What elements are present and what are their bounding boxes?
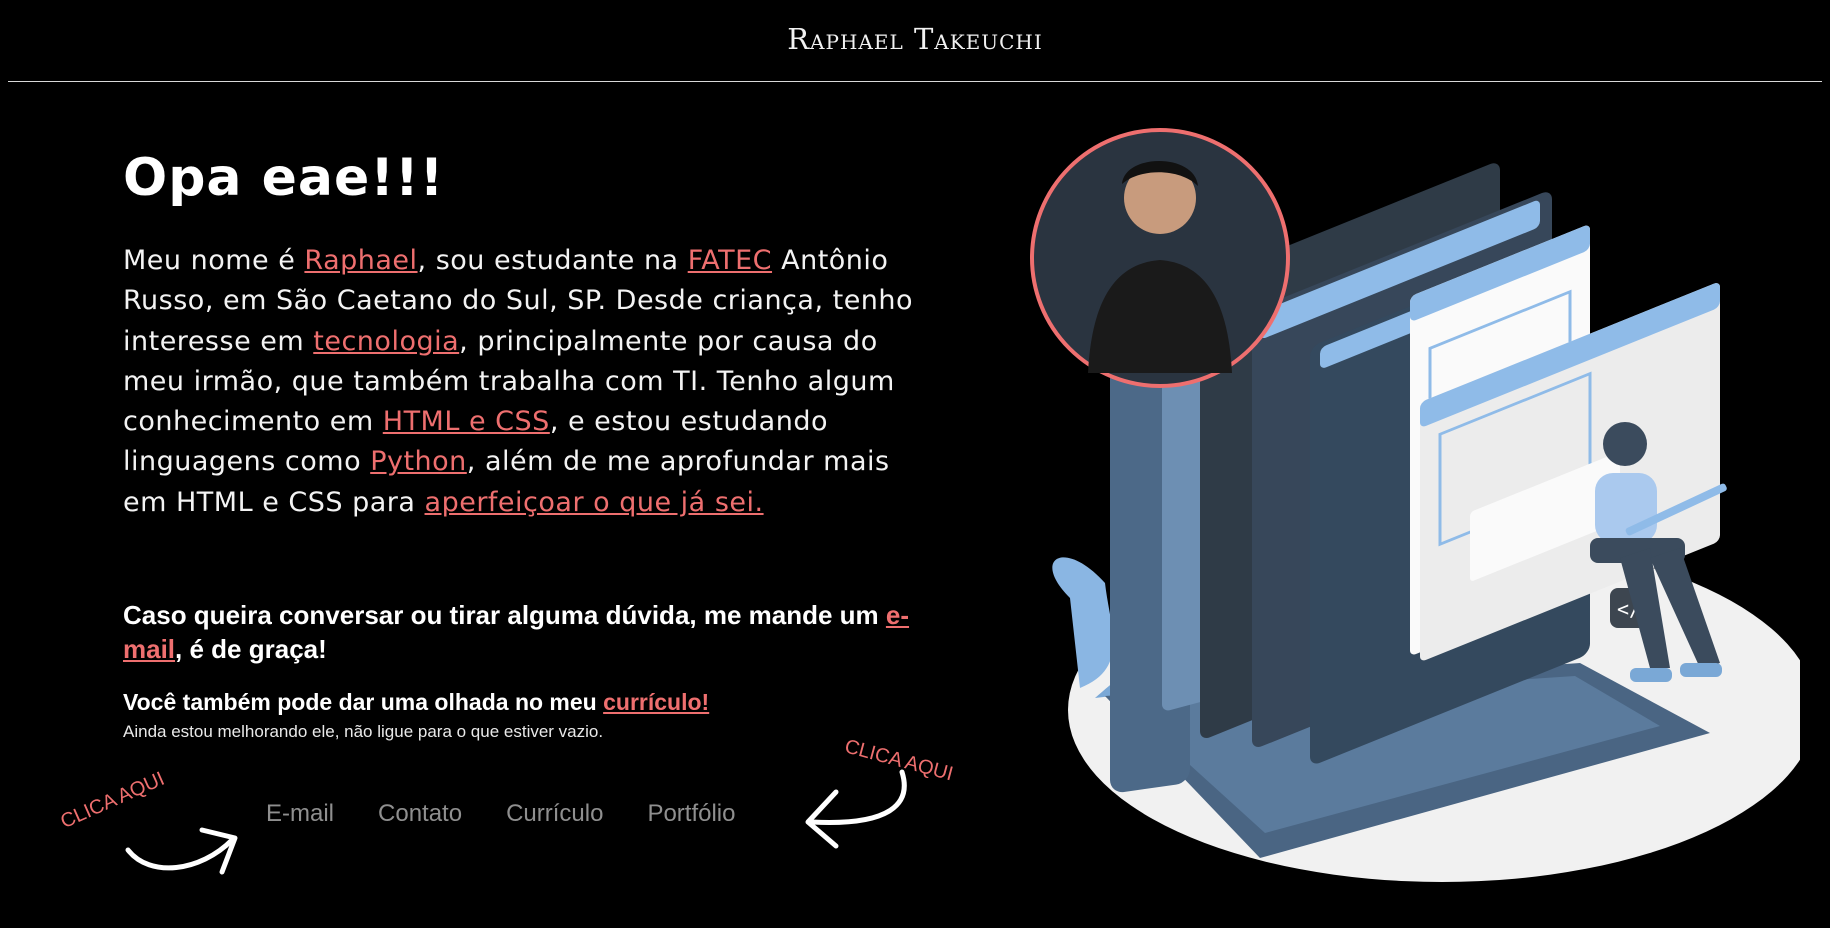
nav-contact[interactable]: Contato	[378, 800, 462, 828]
contact-text: Caso queira conversar ou tirar alguma dú…	[123, 600, 886, 630]
cv-callout: Você também pode dar uma olhada no meu c…	[123, 689, 709, 716]
technology-link[interactable]: tecnologia	[313, 326, 459, 357]
developer-illustration: </>	[1030, 128, 1800, 882]
intro-text: , sou estudante na	[417, 245, 688, 276]
contact-text: , é de graça!	[175, 634, 327, 664]
improve-link[interactable]: aperfeiçoar o que já sei.	[425, 487, 764, 518]
hero-title: Opa eae!!!	[123, 148, 445, 208]
cv-text: Você também pode dar uma olhada no meu	[123, 689, 604, 715]
footer-nav: E-mail Contato Currículo Portfólio	[266, 800, 735, 828]
cv-note: Ainda estou melhorando ele, não ligue pa…	[123, 722, 604, 741]
site-title: Raphael Takeuchi	[787, 22, 1043, 56]
name-link[interactable]: Raphael	[304, 245, 417, 276]
intro-text: Meu nome é	[123, 245, 305, 276]
nav-resume[interactable]: Currículo	[506, 800, 603, 828]
cv-link[interactable]: currículo!	[603, 689, 709, 715]
contact-callout: Caso queira conversar ou tirar alguma dú…	[123, 598, 913, 666]
intro-paragraph: Meu nome é Raphael, sou estudante na FAT…	[123, 241, 923, 523]
nav-portfolio[interactable]: Portfólio	[647, 800, 735, 828]
python-link[interactable]: Python	[370, 446, 467, 477]
arrow-left-icon	[805, 769, 907, 849]
site-header: Raphael Takeuchi	[8, 0, 1822, 82]
html-css-link[interactable]: HTML e CSS	[383, 406, 550, 437]
fatec-link[interactable]: FATEC	[688, 245, 772, 276]
nav-email[interactable]: E-mail	[266, 800, 334, 828]
arrow-right-icon	[125, 827, 238, 875]
